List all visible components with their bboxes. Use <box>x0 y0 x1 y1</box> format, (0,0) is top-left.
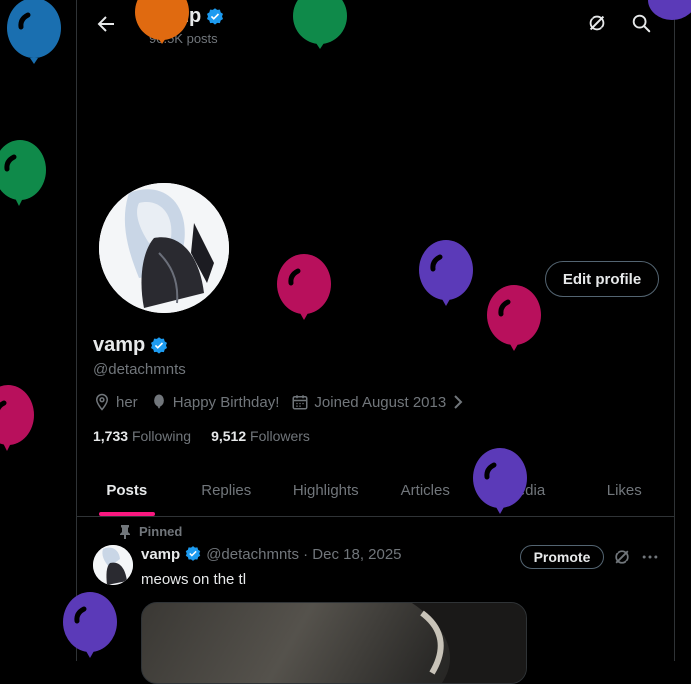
avatar-image <box>93 545 133 585</box>
balloon-icon <box>63 592 117 658</box>
chevron-right-icon[interactable] <box>451 394 465 410</box>
display-name: vamp <box>93 334 169 357</box>
balloon-icon <box>7 0 61 64</box>
balloon-icon <box>0 385 34 451</box>
more-icon[interactable] <box>640 547 660 567</box>
post-handle-date[interactable]: @detachmnts · Dec 18, 2025 <box>206 546 401 563</box>
display-name-text: vamp <box>93 334 146 356</box>
edit-profile-button[interactable]: Edit profile <box>545 261 659 297</box>
profile-tabs: Posts Replies Highlights Articles Media … <box>77 464 674 517</box>
balloon-icon <box>277 254 331 320</box>
balloon-icon <box>473 448 527 514</box>
location-text: her <box>116 393 138 411</box>
media-image <box>412 603 526 683</box>
balloon-icon <box>0 140 46 206</box>
pinned-label: Pinned <box>119 524 182 539</box>
verified-badge-icon <box>151 336 168 354</box>
post-header: vamp @detachmnts · Dec 18, 2025 <box>141 545 402 563</box>
balloon-icon <box>135 0 189 44</box>
profile-handle: @detachmnts <box>93 361 186 378</box>
balloon-icon <box>153 394 164 409</box>
post-avatar[interactable] <box>93 545 133 585</box>
tab-highlights[interactable]: Highlights <box>276 464 376 516</box>
verified-badge-icon <box>185 546 201 561</box>
location-pin-icon <box>95 393 109 411</box>
post-text: meows on the tl <box>141 571 247 588</box>
profile-column: vamp 90.5K posts Edit profile vamp @deta… <box>76 0 675 684</box>
tab-posts[interactable]: Posts <box>77 464 177 516</box>
balloon-icon <box>487 285 541 351</box>
promote-button[interactable]: Promote <box>520 545 604 569</box>
pin-icon <box>120 524 130 539</box>
follow-stats: 1,733 Following 9,512 Followers <box>93 428 310 444</box>
birthday-text: Happy Birthday! <box>172 393 280 411</box>
profile-meta: her Happy Birthday! Joined August 2013 <box>93 393 473 411</box>
grok-icon[interactable] <box>586 12 608 34</box>
balloon-icon <box>293 0 347 49</box>
post-author-name[interactable]: vamp <box>141 546 180 563</box>
avatar-image <box>99 183 229 313</box>
balloon-icon <box>419 240 473 306</box>
following-link[interactable]: 1,733 Following <box>93 428 191 444</box>
grok-icon[interactable] <box>612 547 632 567</box>
post-media-image[interactable] <box>141 602 527 684</box>
profile-avatar[interactable] <box>95 179 233 317</box>
tab-replies[interactable]: Replies <box>177 464 277 516</box>
verified-badge-icon <box>207 7 224 25</box>
joined-text: Joined August 2013 <box>314 393 447 411</box>
tab-articles[interactable]: Articles <box>376 464 476 516</box>
balloon-icon <box>648 0 691 20</box>
back-arrow-icon[interactable] <box>94 12 118 36</box>
tab-likes[interactable]: Likes <box>575 464 675 516</box>
calendar-icon <box>292 395 308 410</box>
followers-link[interactable]: 9,512 Followers <box>211 428 310 444</box>
